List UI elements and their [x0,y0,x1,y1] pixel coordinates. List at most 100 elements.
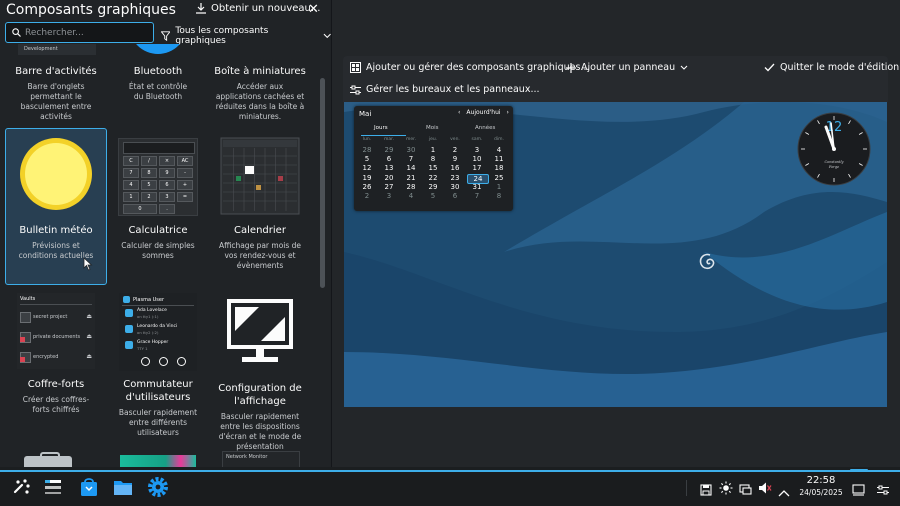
calendar-day[interactable]: 10 [467,155,487,163]
user-avatar-icon [123,296,130,303]
calendar-day[interactable]: 11 [489,155,509,163]
calendar-day[interactable]: 1 [489,183,509,191]
tray-volume[interactable] [758,480,772,499]
calendar-day[interactable]: 25 [489,174,509,182]
calendar-day[interactable]: 1 [423,146,443,154]
clock-text-1: Constantly [824,160,844,164]
close-explorer-button[interactable]: ✕ [308,2,319,17]
vault-item: encrypted ⏏ [20,351,92,363]
calendar-day[interactable]: 17 [467,164,487,172]
widget-explorer: Composants graphiques Obtenir un nouveau… [0,0,332,467]
calendar-day[interactable]: 3 [379,192,399,200]
calendar-day[interactable]: 4 [489,146,509,154]
panel-resize-handle[interactable] [850,469,868,472]
calendar-day[interactable]: 2 [357,192,377,200]
category-filter-dropdown[interactable]: Tous les composants graphiques [161,26,331,46]
calendar-day[interactable]: 6 [379,155,399,163]
widget-card-user-switcher[interactable]: Plasma User Ada Lovelace on tty1 (:1) Le… [107,293,209,438]
calendar-day[interactable]: 7 [401,155,421,163]
calendar-day[interactable]: 28 [357,146,377,154]
digital-clock-time[interactable]: 22:58 [796,475,846,486]
calendar-day[interactable]: 30 [445,183,465,191]
calendar-day[interactable]: 20 [379,174,399,182]
tray-network[interactable] [739,481,752,500]
tab-months[interactable]: Mois [426,125,439,131]
tray-expander[interactable] [778,482,790,501]
tray-brightness[interactable] [719,480,733,499]
tab-years[interactable]: Années [475,125,495,131]
screen: Composants graphiques Obtenir un nouveau… [0,0,900,506]
show-desktop-button[interactable] [852,481,865,500]
widget-card-activity-bar[interactable]: Barre d'activités Barre d'onglets permet… [5,65,107,122]
calc-key: AC [177,156,193,166]
add-panel-button[interactable]: Ajouter un panneau [566,62,688,73]
calendar-day[interactable]: 8 [489,192,509,200]
calendar-widget[interactable]: Mai ‹ Aujourd'hui › Jours Mois Années lu… [354,106,513,211]
taskbar-app-discover[interactable] [79,476,99,498]
calendar-day[interactable]: 27 [379,183,399,191]
calendar-day[interactable]: 28 [401,183,421,191]
calendar-day[interactable]: 14 [401,164,421,172]
widget-card-display-config[interactable]: Configuration de l'affichage Basculer ra… [209,293,311,452]
calendar-day[interactable]: 29 [379,146,399,154]
exit-edit-mode-button[interactable]: Quitter le mode d'édition [764,62,899,73]
tab-days[interactable]: Jours [374,125,388,131]
taskbar-app-settings[interactable] [147,476,169,498]
calc-key: . [159,204,175,214]
calendar-day[interactable]: 5 [423,192,443,200]
calendar-day[interactable]: 9 [445,155,465,163]
search-input[interactable] [25,27,143,38]
task-manager-pager[interactable] [42,477,64,497]
panel-settings-button[interactable] [877,481,889,500]
calendar-day[interactable]: 29 [423,183,443,191]
folder-icon [114,481,132,495]
vault-name: encrypted [33,354,59,360]
calendar-day[interactable]: 22 [423,174,443,182]
calendar-day[interactable]: 26 [357,183,377,191]
widget-card-calendar[interactable]: Calendrier Affichage par mois de vos ren… [209,136,311,271]
tray-storage[interactable] [700,481,712,500]
app-launcher-button[interactable] [12,477,32,497]
calendar-day[interactable]: 21 [401,174,421,182]
widget-card-vaults[interactable]: Vaults secret project ⏏ private document… [5,293,107,415]
calendar-day[interactable]: 15 [423,164,443,172]
weekday-label: ven. [450,137,460,142]
widget-card-system-tray[interactable]: Boîte à miniatures Accéder aux applicati… [209,65,311,122]
get-new-widgets-button[interactable]: Obtenir un nouveau... [196,3,320,14]
calendar-day[interactable]: 12 [357,164,377,172]
previous-month-button[interactable]: ‹ [458,109,460,116]
calendar-day[interactable]: 4 [401,192,421,200]
next-month-button[interactable]: › [507,109,509,116]
widget-card-bluetooth[interactable]: Bluetooth État et contrôle du Bluetooth [107,65,209,102]
widget-card-weather[interactable]: Bulletin météo Prévisions et conditions … [5,136,107,261]
widget-card-calculator[interactable]: C / × AC 7 8 9 - 4 5 6 + 1 2 3 = 0 . Cal… [107,136,209,261]
analog-clock-widget[interactable]: 12 Constantly Forge [797,112,871,186]
calendar-day[interactable]: 2 [445,146,465,154]
manage-desktops-button[interactable]: Gérer les bureaux et les panneaux... [350,84,540,95]
user-session: TTY 1 [137,346,148,351]
calendar-day[interactable]: 19 [357,174,377,182]
today-button[interactable]: Aujourd'hui [466,109,500,116]
settings-sliders-icon [350,85,361,94]
calendar-day[interactable]: 7 [467,192,487,200]
calendar-day[interactable]: 31 [467,183,487,191]
calendar-day[interactable]: 5 [357,155,377,163]
weather-sun-icon [20,138,92,210]
search-field[interactable] [5,22,154,43]
calendar-day[interactable]: 23 [445,174,465,182]
clock-text-2: Forge [828,165,839,169]
explorer-scrollbar[interactable] [320,78,325,288]
weekday-label: jeu. [428,137,438,142]
widget-name: Commutateur d'utilisateurs [123,379,193,403]
calendar-day[interactable]: 3 [467,146,487,154]
calendar-day[interactable]: 6 [445,192,465,200]
taskbar-app-dolphin[interactable] [112,476,134,498]
calendar-day[interactable]: 16 [445,164,465,172]
calendar-day[interactable]: 30 [401,146,421,154]
calendar-day[interactable]: 13 [379,164,399,172]
discover-store-icon [81,478,97,496]
add-widgets-button[interactable]: Ajouter ou gérer des composants graphiqu… [350,62,589,73]
calendar-day[interactable]: 18 [489,164,509,172]
digital-clock-date[interactable]: 24/05/2025 [796,488,846,497]
calendar-day[interactable]: 8 [423,155,443,163]
